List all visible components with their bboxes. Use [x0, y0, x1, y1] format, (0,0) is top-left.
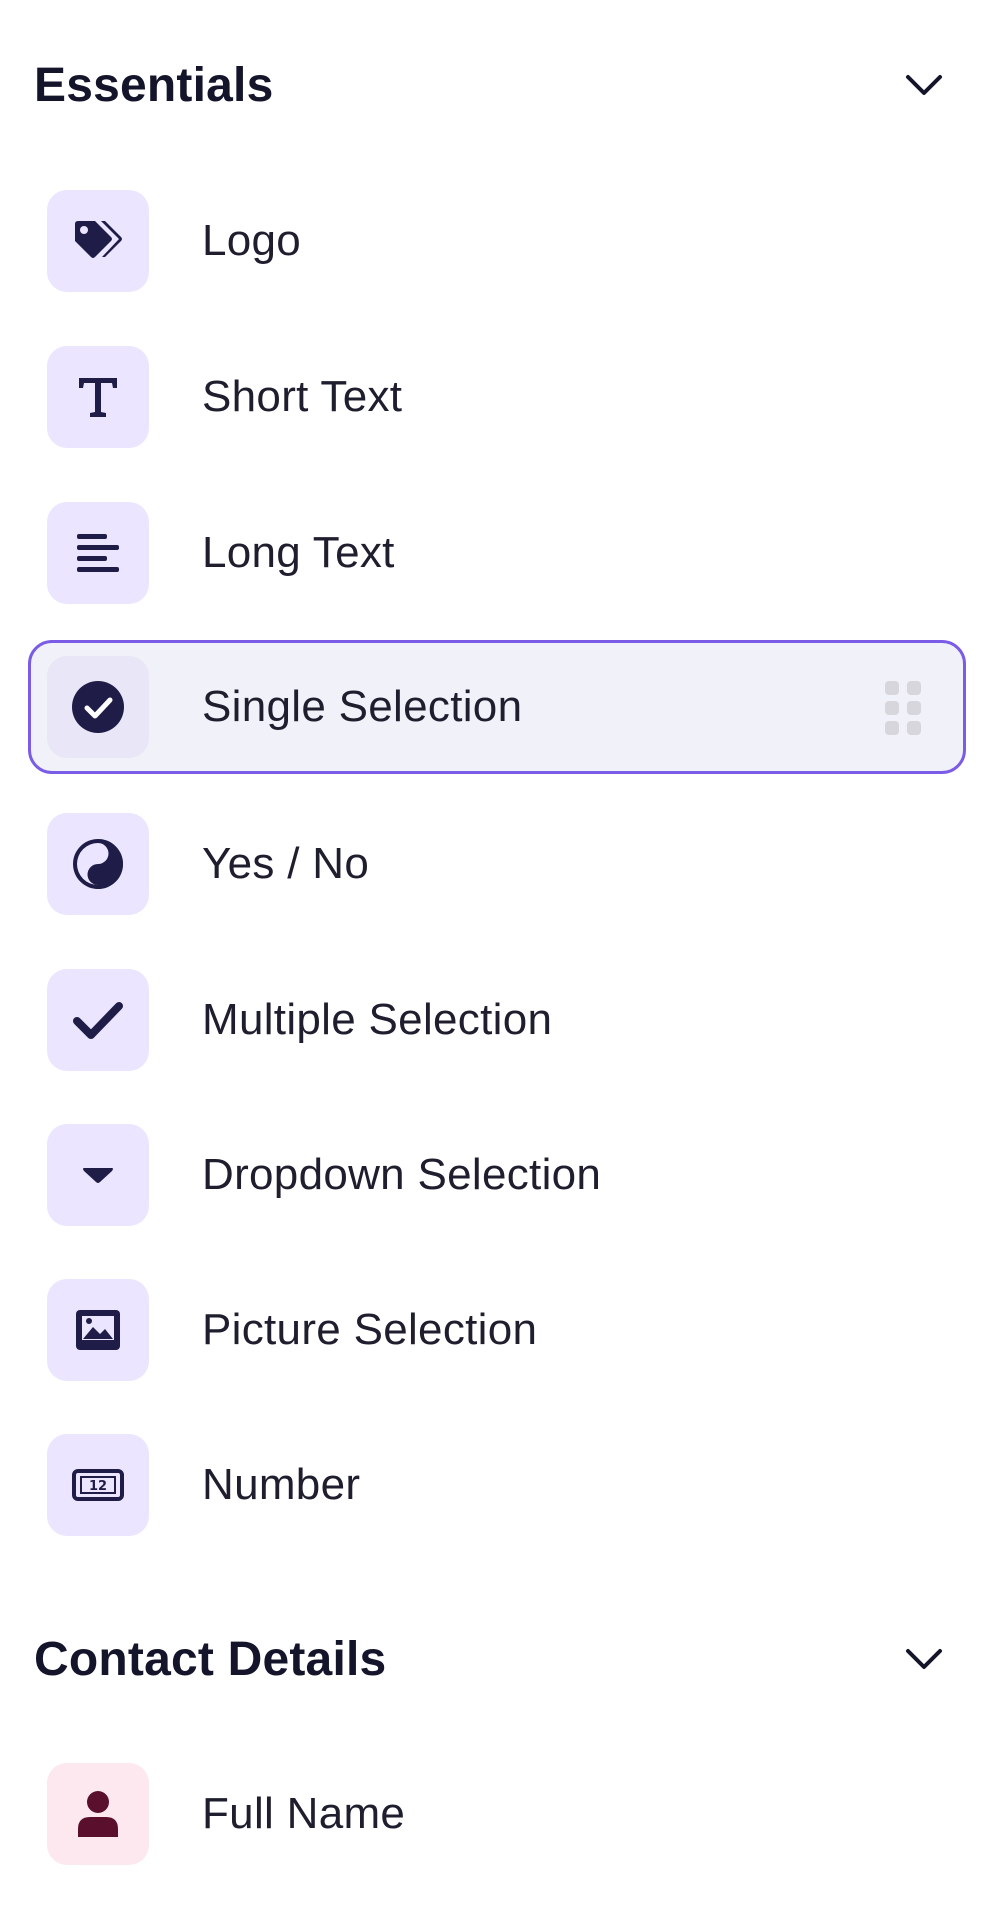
essentials-section-header[interactable]: Essentials — [34, 50, 954, 120]
field-item-short-text[interactable]: Short Text — [28, 330, 966, 464]
field-item-label: Yes / No — [202, 839, 370, 888]
align-left-icon — [47, 502, 149, 604]
checkmark-icon — [47, 969, 149, 1071]
svg-text:12: 12 — [89, 1479, 107, 1494]
field-item-long-text[interactable]: Long Text — [28, 486, 966, 620]
field-item-label: Number — [202, 1460, 361, 1509]
field-item-dropdown-selection[interactable]: Dropdown Selection — [28, 1108, 966, 1242]
field-item-logo[interactable]: Logo — [28, 174, 966, 308]
field-item-single-selection[interactable]: Single Selection — [28, 640, 966, 774]
field-item-label: Short Text — [202, 372, 403, 421]
yin-yang-icon — [47, 813, 149, 915]
field-item-label: Single Selection — [202, 682, 523, 731]
field-item-yes-no[interactable]: Yes / No — [28, 797, 966, 931]
chevron-down-icon[interactable] — [894, 55, 954, 115]
field-item-label: Dropdown Selection — [202, 1150, 602, 1199]
field-item-label: Full Name — [202, 1789, 406, 1838]
field-item-label: Long Text — [202, 528, 395, 577]
text-t-icon — [47, 346, 149, 448]
field-item-picture-selection[interactable]: Picture Selection — [28, 1263, 966, 1397]
check-circle-icon — [47, 656, 149, 758]
field-item-label: Multiple Selection — [202, 995, 553, 1044]
drag-handle-icon[interactable] — [885, 681, 921, 735]
image-icon — [47, 1279, 149, 1381]
chevron-down-icon[interactable] — [894, 1629, 954, 1689]
field-item-label: Picture Selection — [202, 1305, 538, 1354]
field-item-number[interactable]: 12 Number — [28, 1418, 966, 1552]
essentials-section-title: Essentials — [34, 58, 274, 112]
user-icon — [47, 1763, 149, 1865]
caret-down-icon — [47, 1124, 149, 1226]
number-field-icon: 12 — [47, 1434, 149, 1536]
field-item-multiple-selection[interactable]: Multiple Selection — [28, 953, 966, 1087]
field-item-full-name[interactable]: Full Name — [28, 1747, 966, 1881]
contact-section-header[interactable]: Contact Details — [34, 1624, 954, 1694]
contact-section-title: Contact Details — [34, 1632, 387, 1686]
field-item-label: Logo — [202, 216, 302, 265]
tag-icon — [47, 190, 149, 292]
